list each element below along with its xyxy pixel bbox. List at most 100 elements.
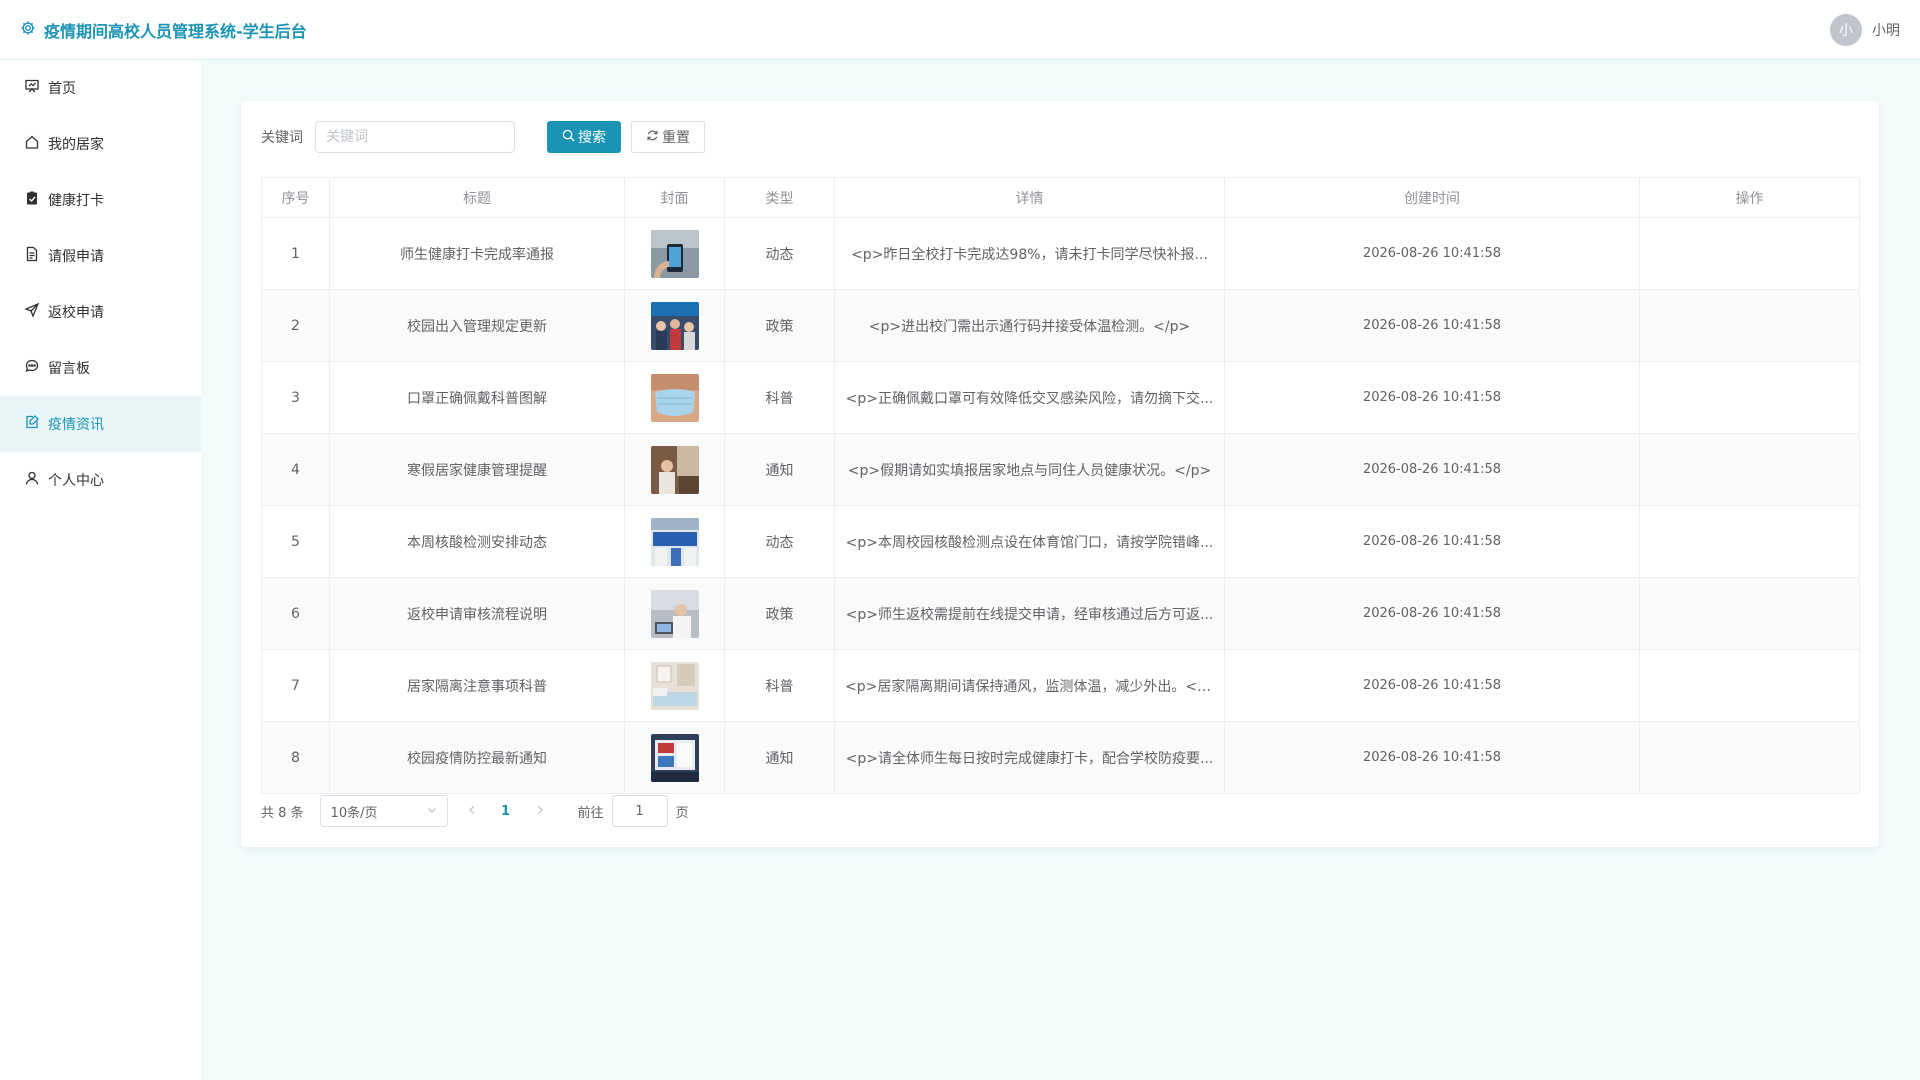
column-header-actions[interactable]: 操作 <box>1639 177 1860 218</box>
row-cover-cell <box>624 577 725 650</box>
chevron-right-icon <box>537 805 543 814</box>
keyword-input[interactable] <box>315 121 515 153</box>
page-size-value: 10条/页 <box>330 805 378 821</box>
avatar[interactable]: 小 <box>1830 13 1862 46</box>
user-icon <box>24 470 40 490</box>
row-title: 校园出入管理规定更新 <box>329 289 625 362</box>
cover-image[interactable] <box>650 229 699 278</box>
row-type: 通知 <box>724 721 835 794</box>
row-cover-cell <box>624 433 725 506</box>
page-number-current[interactable]: 1 <box>496 804 516 819</box>
reset-button[interactable]: 重置 <box>631 121 705 153</box>
row-created: 2026-08-26 10:41:58 <box>1224 361 1640 434</box>
page-size-select[interactable]: 10条/页 <box>319 795 448 827</box>
row-type: 科普 <box>724 649 835 722</box>
sidebar-item-return-request[interactable]: 返校申请 <box>0 284 201 340</box>
sidebar-item-label: 返校申请 <box>48 305 104 321</box>
table-row[interactable]: 7 居家隔离注意事项科普 科普 <p>居家隔离期间请保持通风，监测体温，减少外出… <box>261 649 1860 722</box>
column-header-detail[interactable]: 详情 <box>834 177 1225 218</box>
sidebar-item-message-board[interactable]: 留言板 <box>0 340 201 396</box>
column-header-index[interactable]: 序号 <box>261 177 330 218</box>
user-name[interactable]: 小明 <box>1872 20 1900 40</box>
table-row[interactable]: 1 师生健康打卡完成率通报 动态 <p>昨日全校打卡完成达98%，请未打卡同学尽… <box>261 217 1860 290</box>
row-created: 2026-08-26 10:41:58 <box>1224 721 1640 794</box>
row-type: 科普 <box>724 361 835 434</box>
chevron-down-icon <box>427 804 437 819</box>
column-header-cover[interactable]: 封面 <box>624 177 725 218</box>
row-title: 返校申请审核流程说明 <box>329 577 625 650</box>
clipboard-check-icon <box>24 190 40 210</box>
table-row[interactable]: 8 校园疫情防控最新通知 通知 <p>请全体师生每日按时完成健康打卡，配合学校防… <box>261 721 1860 794</box>
row-detail: <p>正确佩戴口罩可有效降低交叉感染风险，请勿摘下交... <box>834 361 1225 434</box>
page-suffix: 页 <box>675 805 689 821</box>
row-detail: <p>师生返校需提前在线提交申请，经审核通过后方可返... <box>834 577 1225 650</box>
row-detail: <p>昨日全校打卡完成达98%，请未打卡同学尽快补报... <box>834 217 1225 290</box>
prev-page-button[interactable] <box>462 804 482 819</box>
row-cover-cell <box>624 289 725 362</box>
row-detail: <p>居家隔离期间请保持通风，监测体温，减少外出。</p> <box>834 649 1225 722</box>
row-title: 本周核酸检测安排动态 <box>329 505 625 578</box>
goto-page-input[interactable] <box>611 795 668 827</box>
table-row[interactable]: 4 寒假居家健康管理提醒 通知 <p>假期请如实填报居家地点与同住人员健康状况。… <box>261 433 1860 506</box>
row-title: 校园疫情防控最新通知 <box>329 721 625 794</box>
row-type: 动态 <box>724 505 835 578</box>
news-list-panel: 关键词 搜索 重置 序号 标题 封面 类型 详情 创 <box>241 101 1879 847</box>
row-actions <box>1639 361 1860 434</box>
row-created: 2026-08-26 10:41:58 <box>1224 577 1640 650</box>
row-index: 2 <box>261 289 330 362</box>
sidebar-item-home[interactable]: 首页 <box>0 60 201 116</box>
row-index: 5 <box>261 505 330 578</box>
sidebar-item-profile[interactable]: 个人中心 <box>0 452 201 508</box>
send-icon <box>24 302 40 322</box>
search-button[interactable]: 搜索 <box>547 121 621 153</box>
table-row[interactable]: 3 口罩正确佩戴科普图解 科普 <p>正确佩戴口罩可有效降低交叉感染风险，请勿摘… <box>261 361 1860 434</box>
chevron-left-icon <box>468 805 474 814</box>
sidebar-item-leave-request[interactable]: 请假申请 <box>0 228 201 284</box>
column-header-title[interactable]: 标题 <box>329 177 625 218</box>
row-index: 6 <box>261 577 330 650</box>
refresh-icon <box>646 129 659 146</box>
sidebar-item-label: 我的居家 <box>48 137 104 153</box>
table-row[interactable]: 5 本周核酸检测安排动态 动态 <p>本周校园核酸检测点设在体育馆门口，请按学院… <box>261 505 1860 578</box>
sidebar-item-label: 疫情资讯 <box>48 417 104 433</box>
gear-icon <box>20 20 36 40</box>
column-header-type[interactable]: 类型 <box>724 177 835 218</box>
row-cover-cell <box>624 505 725 578</box>
row-created: 2026-08-26 10:41:58 <box>1224 505 1640 578</box>
app-title: 疫情期间高校人员管理系统-学生后台 <box>44 21 307 41</box>
row-detail: <p>本周校园核酸检测点设在体育馆门口，请按学院错峰... <box>834 505 1225 578</box>
row-index: 7 <box>261 649 330 722</box>
sidebar-item-label: 留言板 <box>48 361 90 377</box>
table-row[interactable]: 6 返校申请审核流程说明 政策 <p>师生返校需提前在线提交申请，经审核通过后方… <box>261 577 1860 650</box>
sidebar-item-my-home[interactable]: 我的居家 <box>0 116 201 172</box>
row-actions <box>1639 289 1860 362</box>
pagination: 共 8 条 10条/页 1 前往 页 <box>261 795 1859 827</box>
cover-image[interactable] <box>650 661 699 710</box>
row-actions <box>1639 649 1860 722</box>
cover-image[interactable] <box>650 589 699 638</box>
user-menu[interactable]: 小 小明 <box>1830 13 1900 46</box>
cover-image[interactable] <box>650 733 699 782</box>
document-icon <box>24 246 40 266</box>
row-type: 政策 <box>724 289 835 362</box>
next-page-button[interactable] <box>530 804 550 819</box>
sidebar-item-health-checkin[interactable]: 健康打卡 <box>0 172 201 228</box>
row-created: 2026-08-26 10:41:58 <box>1224 289 1640 362</box>
row-actions <box>1639 217 1860 290</box>
cover-image[interactable] <box>650 373 699 422</box>
row-cover-cell <box>624 361 725 434</box>
row-type: 政策 <box>724 577 835 650</box>
sidebar-item-epidemic-news[interactable]: 疫情资讯 <box>0 396 201 452</box>
sidebar-item-label: 个人中心 <box>48 473 104 489</box>
row-actions <box>1639 505 1860 578</box>
sidebar-item-label: 首页 <box>48 81 76 97</box>
cover-image[interactable] <box>650 301 699 350</box>
sidebar: 首页 我的居家 健康打卡 请假申请 返校申请 留言板 疫情资讯 个人中心 <box>0 60 201 1080</box>
column-header-created[interactable]: 创建时间 <box>1224 177 1640 218</box>
cover-image[interactable] <box>650 445 699 494</box>
cover-image[interactable] <box>650 517 699 566</box>
row-type: 通知 <box>724 433 835 506</box>
news-icon <box>24 414 40 434</box>
row-type: 动态 <box>724 217 835 290</box>
table-row[interactable]: 2 校园出入管理规定更新 政策 <p>进出校门需出示通行码并接受体温检测。</p… <box>261 289 1860 362</box>
